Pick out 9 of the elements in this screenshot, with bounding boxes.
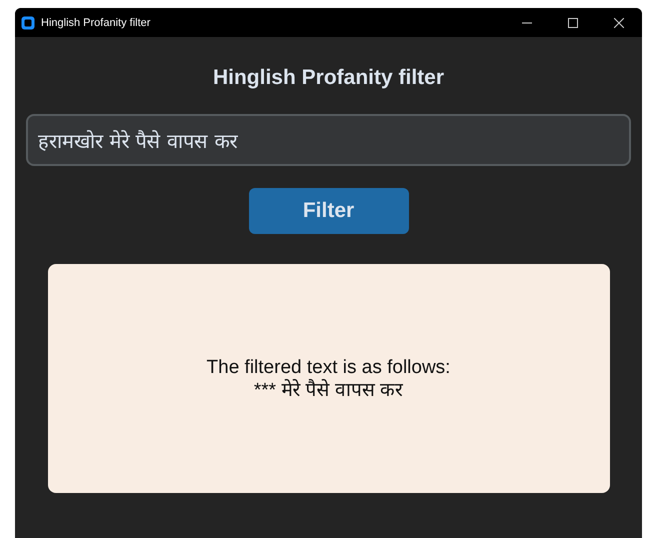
close-icon[interactable] [614,18,624,28]
window-title: Hinglish Profanity filter [41,16,152,28]
filtered-text: *** मेरे पैसे वापस कर [254,378,404,402]
app-heading: Hinglish Profanity filter [212,66,444,90]
result-caption: The filtered text is as follows: [206,356,450,378]
input-field[interactable]: हरामखोर मेरे पैसे वापस कर [26,114,631,166]
app-icon [21,16,35,30]
filter-button[interactable]: Filter [248,188,408,234]
maximize-icon[interactable] [568,18,578,28]
